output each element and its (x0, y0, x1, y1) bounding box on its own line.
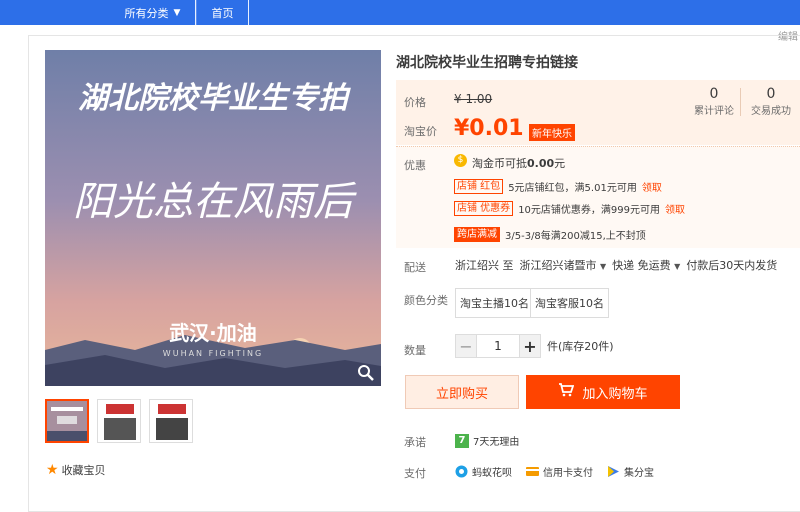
image-title: 湖北院校毕业生专拍 (78, 81, 351, 116)
cart-icon (558, 383, 575, 401)
favorite-button[interactable]: ★ 收藏宝贝 (46, 462, 106, 478)
coin-text: 淘金币可抵0.00元 (472, 155, 565, 171)
caret-down-icon: ▼ (600, 262, 607, 271)
zoom-icon[interactable] (357, 364, 375, 382)
ship-method-label: 快递 免运费 (612, 259, 671, 272)
payment-credit-card[interactable]: 信用卡支付 (526, 464, 593, 479)
nav-categories-label: 所有分类 (124, 6, 169, 20)
sales-count: 0 (766, 86, 776, 102)
reviews-count: 0 (709, 86, 719, 102)
increment-button[interactable]: + (519, 334, 541, 358)
star-icon: ★ (46, 462, 59, 478)
price-label: 价格 (404, 96, 426, 109)
stat-divider (740, 88, 741, 116)
reviews-label: 累计评论 (694, 106, 734, 117)
huabei-icon (455, 465, 468, 478)
claim-link[interactable]: 领取 (665, 201, 685, 216)
promo-badge: 新年快乐 (529, 124, 575, 141)
ship-note: 付款后30天内发货 (686, 259, 778, 272)
ship-method[interactable]: 快递 免运费 ▼ (612, 257, 680, 273)
thumbnail-3[interactable] (149, 399, 193, 443)
claim-link[interactable]: 领取 (642, 179, 662, 194)
reviews-stat[interactable]: 0 累计评论 (692, 86, 736, 117)
coin-value: 0.00 (527, 157, 555, 170)
nav-right-fill (249, 0, 800, 25)
price-box: 价格 ¥ 1.00 淘宝价 ¥0.01 新年快乐 0 累计评论 0 交易成功 (396, 80, 800, 145)
ship-to[interactable]: 浙江绍兴诸暨市 ▼ (520, 257, 607, 273)
payment-label: 支付 (404, 467, 426, 480)
seven-day-icon: 7 (455, 433, 469, 448)
ship-to-label: 浙江绍兴诸暨市 (519, 259, 597, 272)
image-city-en: WUHAN FIGHTING (163, 349, 263, 358)
payment-jifenbao[interactable]: 集分宝 (607, 464, 654, 479)
top-nav: 所有分类 ▼ 首页 (0, 0, 800, 25)
sales-label: 交易成功 (751, 106, 791, 117)
original-price: ¥ 1.00 (454, 92, 493, 106)
shipping-label: 配送 (404, 261, 426, 274)
thumbnail-1[interactable] (45, 399, 89, 443)
caret-down-icon: ▼ (674, 262, 681, 271)
coupon-text: 10元店铺优惠券，满999元可用 (518, 205, 660, 216)
add-to-cart-button[interactable]: 加入购物车 (526, 375, 680, 409)
payment-methods: 蚂蚁花呗 信用卡支付 集分宝 (455, 464, 654, 479)
payment-huabei-label: 蚂蚁花呗 (472, 468, 512, 479)
payment-huabei[interactable]: 蚂蚁花呗 (455, 464, 512, 479)
thumbnail-list (45, 399, 193, 443)
tb-price: ¥0.01 (454, 116, 524, 141)
nav-home-label: 首页 (211, 6, 234, 20)
options-label: 颜色分类 (404, 294, 448, 307)
cross-store-tag: 跨店满减 (454, 227, 500, 242)
cross-store-row: 跨店满减 3/5-3/8每满200减15,上不封顶 (454, 227, 646, 242)
product-title: 湖北院校毕业生招聘专拍链接 (396, 55, 578, 71)
jifenbao-icon (608, 466, 619, 477)
coin-icon: $ (454, 154, 467, 167)
image-city: 武汉·加油 (169, 321, 257, 345)
tb-price-label: 淘宝价 (404, 125, 437, 138)
favorite-label: 收藏宝贝 (61, 464, 106, 477)
coupon-tag: 店铺 优惠券 (454, 201, 514, 216)
promise-text[interactable]: 7天无理由 (473, 433, 519, 448)
coupon-row-1: 店铺 红包 5元店铺红包，满5.01元可用 领取 (454, 179, 662, 194)
quantity-label: 数量 (404, 344, 426, 357)
coupon-text: 5元店铺红包，满5.01元可用 (508, 183, 637, 194)
coupon-tag: 店铺 红包 (454, 179, 504, 194)
nav-all-categories[interactable]: 所有分类 ▼ (110, 0, 195, 25)
promise-label: 承诺 (404, 436, 426, 449)
cross-store-text: 3/5-3/8每满200减15,上不封顶 (505, 231, 646, 242)
coin-unit: 元 (554, 157, 566, 170)
coin-text-label: 淘金币可抵 (472, 157, 527, 170)
buy-now-button[interactable]: 立即购买 (405, 375, 519, 409)
nav-home[interactable]: 首页 (196, 0, 248, 25)
promo-label: 优惠 (404, 159, 426, 172)
add-to-cart-label: 加入购物车 (582, 386, 648, 402)
thumbnail-2[interactable] (97, 399, 141, 443)
caret-down-icon: ▼ (173, 7, 181, 18)
promise-info: 7 7天无理由 (455, 433, 519, 448)
payment-jifenbao-label: 集分宝 (624, 468, 654, 479)
payment-credit-card-label: 信用卡支付 (543, 468, 593, 479)
ship-from: 浙江绍兴 至 (455, 259, 514, 272)
option-item-2[interactable]: 淘宝客服10名 (530, 288, 609, 318)
sales-stat: 0 交易成功 (748, 86, 794, 117)
quantity-stepper: − 1 + 件(库存20件) (455, 334, 614, 358)
product-main-image[interactable]: 湖北院校毕业生专拍 阳光总在风雨后 武汉·加油 WUHAN FIGHTING (45, 50, 381, 386)
credit-card-icon (526, 467, 539, 476)
promotion-box: 优惠 $ 淘金币可抵0.00元 店铺 红包 5元店铺红包，满5.01元可用 领取… (396, 146, 800, 248)
coupon-row-2: 店铺 优惠券 10元店铺优惠券，满999元可用 领取 (454, 201, 685, 216)
quantity-input[interactable]: 1 (477, 334, 519, 358)
nav-left-fill (0, 0, 110, 25)
image-slogan: 阳光总在风雨后 (73, 179, 357, 225)
shipping-info: 浙江绍兴 至 浙江绍兴诸暨市 ▼ 快递 免运费 ▼ 付款后30天内发货 (455, 257, 777, 273)
option-item-1[interactable]: 淘宝主播10名 (455, 288, 534, 318)
stock-text: 件(库存20件) (547, 340, 614, 353)
decrement-button[interactable]: − (455, 334, 477, 358)
